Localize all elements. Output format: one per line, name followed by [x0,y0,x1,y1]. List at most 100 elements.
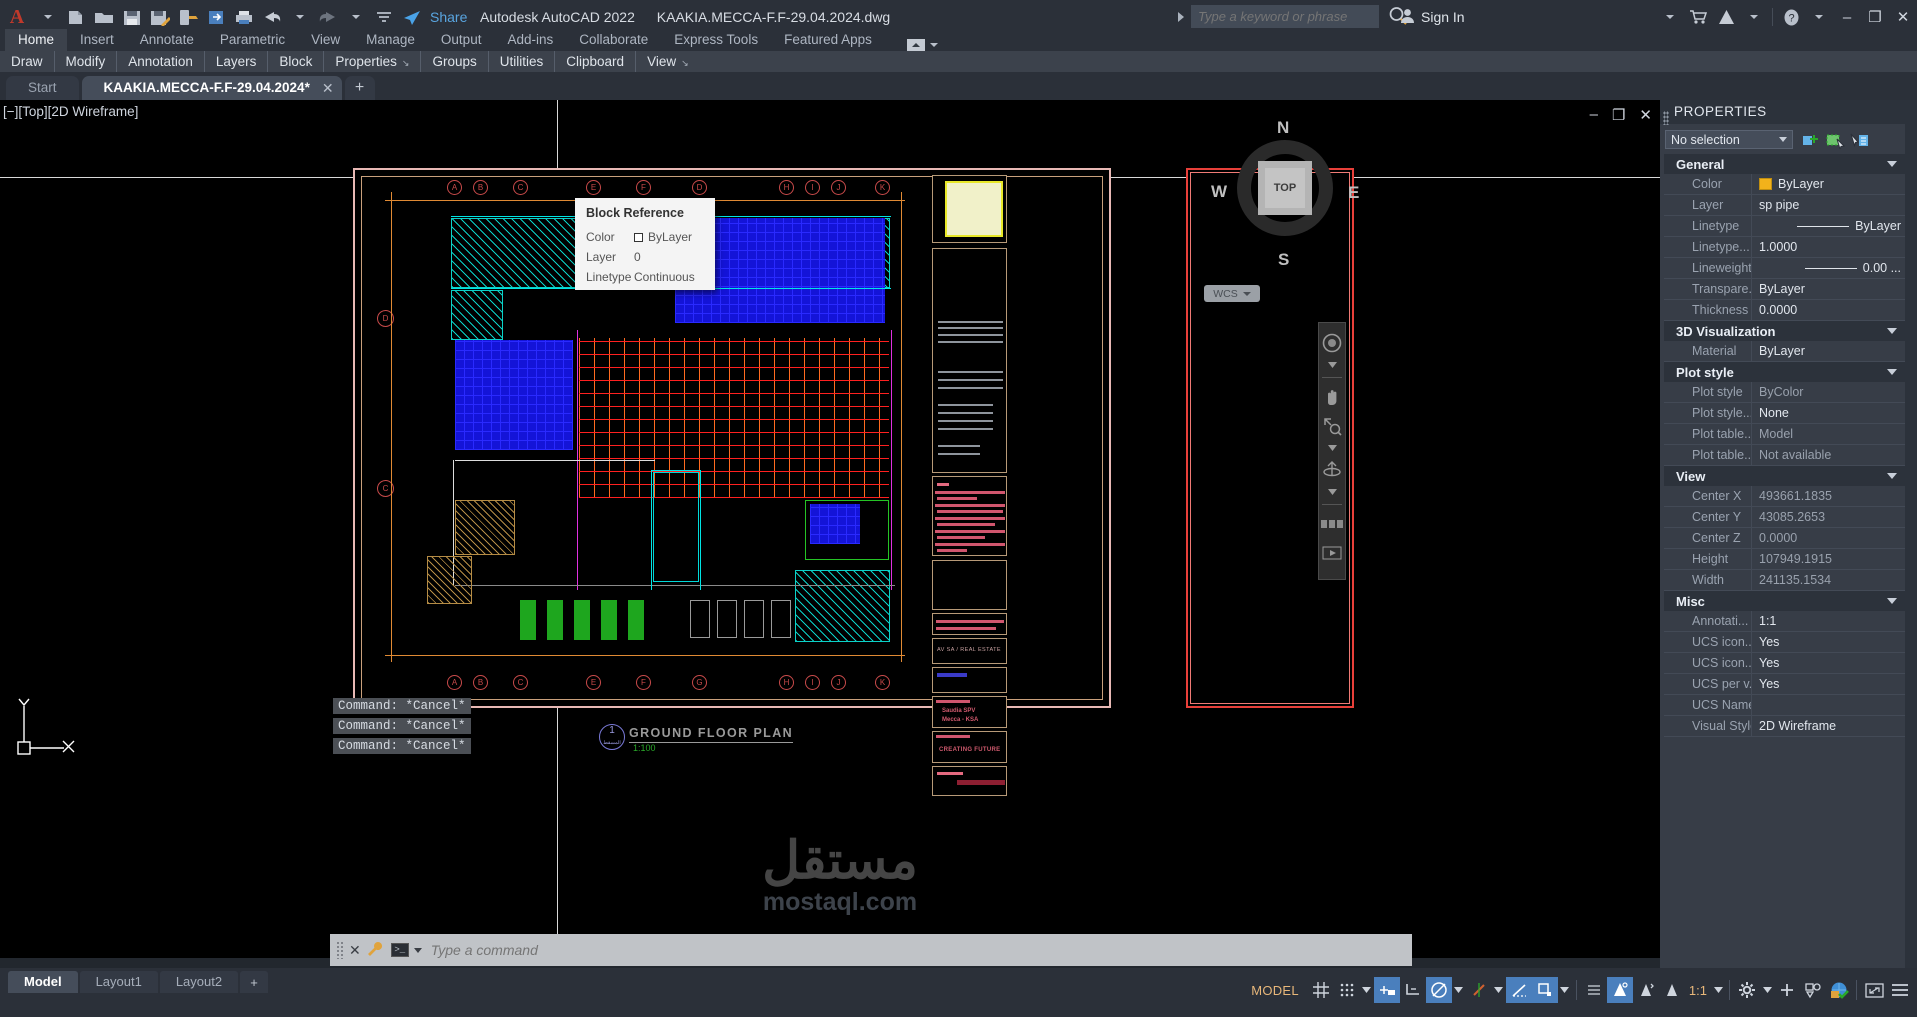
panel-expand-icon[interactable]: ↘ [402,58,410,68]
snap-mode-icon[interactable] [1334,977,1360,1003]
ribbon-panel-view[interactable]: View ↘ [636,51,700,72]
annotation-visibility-icon[interactable] [1606,977,1633,1003]
viewport-controls-label[interactable]: [−][Top][2D Wireframe] [3,104,138,119]
new-file-tab-button[interactable]: + [344,76,375,100]
annotation-dropdown-icon[interactable] [1711,977,1725,1003]
showmotion-thumbnails-icon[interactable] [1320,512,1344,536]
redo-icon[interactable] [314,4,342,30]
property-value[interactable]: ByLayer [1752,177,1906,191]
ortho-mode-icon[interactable] [1400,977,1426,1003]
property-value-text[interactable]: sp pipe [1752,198,1906,212]
ribbon-tab-insert[interactable]: Insert [67,29,127,51]
share-icon[interactable] [398,4,426,30]
property-row-plot-table-type[interactable]: Plot table... Not available [1664,444,1906,466]
property-group-general[interactable]: General [1664,154,1906,174]
selection-dropdown[interactable]: No selection [1665,130,1793,149]
property-row-material[interactable]: Material ByLayer [1664,340,1906,362]
property-row-lineweight[interactable]: Lineweight 0.00 ... [1664,257,1906,279]
lineweight-icon[interactable] [1581,977,1607,1003]
property-row-height[interactable]: Height 107949.1915 [1664,548,1906,570]
autodesk-account-icon[interactable] [1712,4,1740,30]
chevron-down-icon[interactable] [1887,598,1897,604]
layout-tab-layout1[interactable]: Layout1 [79,971,158,993]
property-value-text[interactable]: 1.0000 [1752,240,1906,254]
pan-icon[interactable] [1320,385,1344,409]
wheel-dropdown-icon[interactable] [1320,360,1344,370]
polar-tracking-icon[interactable] [1425,977,1452,1003]
navigation-bar[interactable] [1318,322,1346,580]
quick-select-icon[interactable] [1800,130,1822,150]
autocad-logo-icon[interactable]: A [0,4,34,30]
qat-menu-dropdown-icon[interactable] [34,4,62,30]
ribbon-tab-manage[interactable]: Manage [353,29,428,51]
property-row-ucs-per-viewport[interactable]: UCS per v... Yes [1664,673,1906,695]
view-cube[interactable]: TOP N S E W [1211,118,1359,269]
ribbon-tab-parametric[interactable]: Parametric [207,29,298,51]
search-input[interactable] [1191,5,1379,28]
dynamic-input-icon[interactable] [1373,977,1400,1003]
autoscale-icon[interactable] [1633,977,1659,1003]
property-row-annotation-scale[interactable]: Annotati... 1:1 [1664,610,1906,632]
ribbon-panel-utilities[interactable]: Utilities [489,51,556,72]
osnap-dropdown-icon[interactable] [1492,977,1506,1003]
property-row-plot-style-table[interactable]: Plot style... None [1664,402,1906,424]
shopping-cart-icon[interactable] [1684,4,1712,30]
property-row-plot-style[interactable]: Plot style ByColor [1664,381,1906,403]
redo-dropdown-icon[interactable] [342,4,370,30]
property-value-text[interactable]: ByLayer [1752,282,1906,296]
compass-west-label[interactable]: W [1211,182,1227,202]
chevron-down-icon[interactable] [1242,291,1251,296]
close-icon[interactable]: ✕ [322,76,334,100]
property-value-text[interactable]: None [1752,406,1906,420]
property-row-center-z[interactable]: Center Z 0.0000 [1664,527,1906,549]
property-row-thickness[interactable]: Thickness 0.0000 [1664,299,1906,321]
ribbon-panel-groups[interactable]: Groups [421,51,489,72]
ribbon-tab-featured-apps[interactable]: Featured Apps [771,29,885,51]
help-dropdown-icon[interactable] [1805,4,1833,30]
snap-dropdown-icon[interactable] [1360,977,1374,1003]
command-input[interactable] [430,942,1412,958]
property-row-linetype[interactable]: Linetype ByLayer [1664,215,1906,237]
steering-wheel-icon[interactable] [1320,331,1344,355]
property-value-text[interactable]: Yes [1752,635,1906,649]
ribbon-panel-block[interactable]: Block [268,51,325,72]
ribbon-tab-express-tools[interactable]: Express Tools [661,29,771,51]
select-objects-icon[interactable] [1824,130,1846,150]
plot-icon[interactable] [230,4,258,30]
compass-south-label[interactable]: S [1278,250,1289,270]
property-value-text[interactable]: Yes [1752,677,1906,691]
export-icon[interactable] [202,4,230,30]
viewport-minimize-icon[interactable]: – [1590,106,1598,124]
ribbon-panel-clipboard[interactable]: Clipboard [555,51,637,72]
ribbon-panel-properties[interactable]: Properties ↘ [324,51,422,72]
ribbon-state-dropdown-icon[interactable] [929,43,938,47]
viewport-close-icon[interactable]: ✕ [1639,106,1652,124]
workspace-dropdown-icon[interactable] [1760,977,1774,1003]
share-label[interactable]: Share [430,9,467,25]
property-group-3d-visualization[interactable]: 3D Visualization [1664,321,1906,341]
panel-expand-icon[interactable]: ↘ [681,58,689,68]
isolate-objects-icon[interactable] [1800,977,1826,1003]
drawing-canvas[interactable]: [−][Top][2D Wireframe] – ❐ ✕ A B C E F D… [0,100,1660,958]
orbit-dropdown-icon[interactable] [1320,487,1344,497]
new-icon[interactable] [62,4,90,30]
account-dropdown-icon[interactable] [1740,4,1768,30]
ribbon-panel-annotation[interactable]: Annotation [117,51,205,72]
property-row-ucs-icon-on[interactable]: UCS icon... Yes [1664,631,1906,653]
view-cube-face-top[interactable]: TOP [1258,161,1312,215]
open-icon[interactable] [90,4,118,30]
property-value-text[interactable]: ByLayer [1752,344,1906,358]
ribbon-panel-draw[interactable]: Draw [0,51,55,72]
ucs-selector[interactable]: WCS [1204,285,1260,302]
compass-east-label[interactable]: E [1348,183,1359,203]
property-row-ucs-icon-origin[interactable]: UCS icon... Yes [1664,652,1906,674]
property-row-color[interactable]: Color ByLayer [1664,173,1906,195]
orbit-icon[interactable] [1320,458,1344,482]
command-line[interactable]: ✕ >_ [330,934,1412,966]
showmotion-play-icon[interactable] [1320,541,1344,565]
property-row-layer[interactable]: Layer sp pipe [1664,194,1906,216]
chevron-down-icon[interactable] [1887,369,1897,375]
command-history-dropdown-icon[interactable] [413,947,422,953]
undo-icon[interactable] [258,4,286,30]
ribbon-tab-output[interactable]: Output [428,29,495,51]
